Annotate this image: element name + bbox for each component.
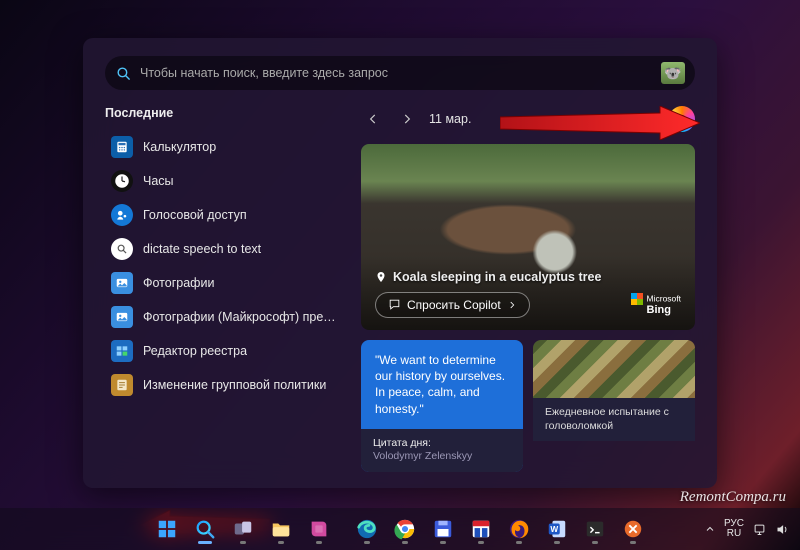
chevron-up-icon[interactable] xyxy=(704,523,716,535)
terminal-icon xyxy=(584,518,606,540)
taskbar-explorer-button[interactable] xyxy=(264,512,298,546)
taskbar-chrome-button[interactable] xyxy=(388,512,422,546)
pin-app-icon xyxy=(308,518,330,540)
recent-item-label: Калькулятор xyxy=(143,140,216,154)
recent-item-dictate[interactable]: dictate speech to text xyxy=(105,232,345,266)
network-icon[interactable] xyxy=(752,522,767,537)
recent-item-photos-legacy[interactable]: Фотографии (Майкрософт) прежних… xyxy=(105,300,345,334)
next-day-button[interactable] xyxy=(395,107,419,131)
taskbar-save-button[interactable] xyxy=(426,512,460,546)
koala-badge-icon[interactable]: 🐨 xyxy=(661,62,685,84)
calculator-icon xyxy=(111,136,133,158)
recent-item-label: Фотографии (Майкрософт) прежних… xyxy=(143,310,339,324)
quote-footer: Цитата дня: Volodymyr Zelenskyy xyxy=(361,429,523,472)
chat-icon xyxy=(388,298,401,311)
watermark: RemontCompa.ru xyxy=(680,489,786,506)
taskbar-app-button[interactable] xyxy=(302,512,336,546)
recent-item-label: Часы xyxy=(143,174,174,188)
taskbar-firefox-button[interactable] xyxy=(502,512,536,546)
language-indicator[interactable]: РУС RU xyxy=(724,519,744,539)
recent-item-voice-access[interactable]: Голосовой доступ xyxy=(105,198,345,232)
highlights-section: 11 мар. Koala sleeping in a eucalyptus t… xyxy=(361,106,695,472)
folder-icon xyxy=(270,518,292,540)
quote-card[interactable]: "We want to determine our history by our… xyxy=(361,340,523,472)
recent-item-label: Голосовой доступ xyxy=(143,208,247,222)
bing-image-card[interactable]: Koala sleeping in a eucalyptus tree Спро… xyxy=(361,144,695,330)
regedit-icon xyxy=(111,340,133,362)
totalcmd-icon xyxy=(470,518,492,540)
taskbar-terminal-button[interactable] xyxy=(578,512,612,546)
search-result-icon xyxy=(111,238,133,260)
recent-item-calculator[interactable]: Калькулятор xyxy=(105,130,345,164)
taskbar-word-button[interactable]: W xyxy=(540,512,574,546)
floppy-icon xyxy=(432,518,454,540)
edge-icon xyxy=(356,518,378,540)
prev-day-button[interactable] xyxy=(361,107,385,131)
photos-icon xyxy=(111,306,133,328)
date-label: 11 мар. xyxy=(429,112,471,126)
taskbar: W РУС RU xyxy=(0,508,800,550)
bing-logo: Microsoft Bing xyxy=(631,293,681,316)
recent-item-label: dictate speech to text xyxy=(143,242,261,256)
chevron-right-icon xyxy=(507,300,517,310)
taskbar-edge-button[interactable] xyxy=(350,512,384,546)
recent-item-photos[interactable]: Фотографии xyxy=(105,266,345,300)
photos-icon xyxy=(111,272,133,294)
puzzle-footer: Ежедневное испытание с головоломкой xyxy=(533,398,695,441)
taskbar-taskview-button[interactable] xyxy=(226,512,260,546)
quote-text: "We want to determine our history by our… xyxy=(361,340,523,429)
taskbar-app2-button[interactable] xyxy=(616,512,650,546)
recent-item-label: Изменение групповой политики xyxy=(143,378,326,392)
copilot-button[interactable] xyxy=(669,106,695,132)
generic-app-icon xyxy=(622,518,644,540)
search-bar[interactable]: 🐨 xyxy=(105,56,695,90)
volume-icon[interactable] xyxy=(775,522,790,537)
recent-item-label: Фотографии xyxy=(143,276,214,290)
date-navigation: 11 мар. xyxy=(361,106,695,132)
recent-item-gpedit[interactable]: Изменение групповой политики xyxy=(105,368,345,402)
taskbar-search-button[interactable] xyxy=(188,512,222,546)
taskbar-totalcmd-button[interactable] xyxy=(464,512,498,546)
puzzle-card[interactable]: Ежедневное испытание с головоломкой xyxy=(533,340,695,472)
recent-item-label: Редактор реестра xyxy=(143,344,247,358)
clock-icon xyxy=(111,170,133,192)
firefox-icon xyxy=(508,518,530,540)
chrome-icon xyxy=(394,518,416,540)
search-icon xyxy=(194,518,216,540)
search-input[interactable] xyxy=(140,66,653,80)
search-panel: 🐨 Последние Калькулятор Часы Голосовой д… xyxy=(83,38,717,488)
taskview-icon xyxy=(232,518,254,540)
start-button[interactable] xyxy=(150,512,184,546)
svg-text:W: W xyxy=(550,525,558,534)
puzzle-image xyxy=(533,340,695,398)
recent-item-clock[interactable]: Часы xyxy=(105,164,345,198)
search-icon xyxy=(115,65,132,82)
voice-icon xyxy=(111,204,133,226)
windows-icon xyxy=(156,518,178,540)
gpedit-icon xyxy=(111,374,133,396)
word-icon: W xyxy=(546,518,568,540)
system-tray[interactable]: РУС RU xyxy=(704,508,790,550)
recent-section: Последние Калькулятор Часы Голосовой дос… xyxy=(105,106,345,472)
ask-copilot-button[interactable]: Спросить Copilot xyxy=(375,292,530,318)
location-icon xyxy=(375,271,387,283)
recent-item-regedit[interactable]: Редактор реестра xyxy=(105,334,345,368)
recent-heading: Последние xyxy=(105,106,345,120)
hero-caption: Koala sleeping in a eucalyptus tree xyxy=(375,270,681,284)
